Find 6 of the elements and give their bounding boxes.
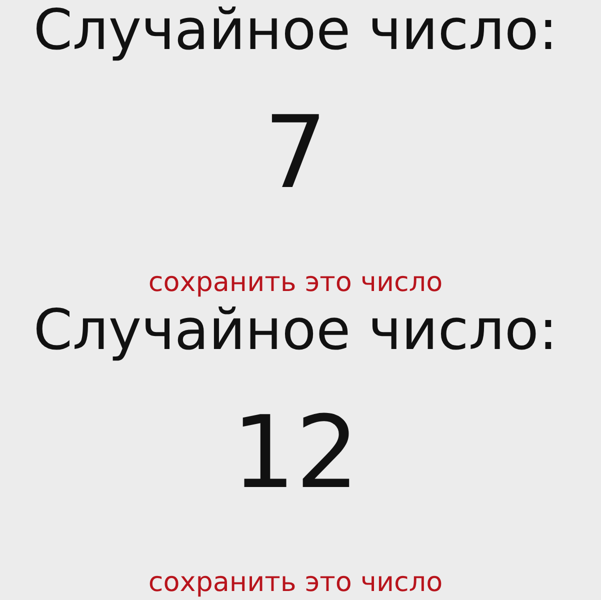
save-number-link[interactable]: сохранить это число <box>148 269 443 296</box>
random-number: 7 <box>264 103 328 203</box>
save-number-link[interactable]: сохранить это число <box>148 569 443 596</box>
random-number: 12 <box>232 403 360 503</box>
heading: Случайное число: <box>33 0 558 60</box>
heading: Случайное число: <box>33 300 558 360</box>
